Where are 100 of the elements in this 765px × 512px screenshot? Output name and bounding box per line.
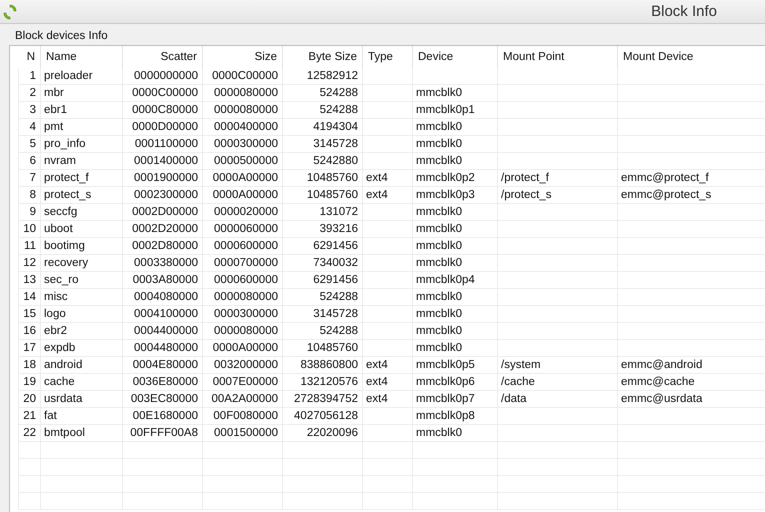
table-cell: 4194304 [313, 121, 358, 133]
table-cell: 0004080000 [134, 291, 198, 303]
table-cell: mmcblk0p4 [416, 274, 475, 286]
table-cell: 7 [30, 172, 36, 184]
table-cell: 19 [23, 376, 36, 388]
table-cell: 3 [30, 104, 36, 116]
table-cell: 0002300000 [134, 189, 198, 201]
table-cell: usrdata [44, 393, 82, 405]
table-cell: 0000C80000 [132, 104, 198, 116]
column-header[interactable]: Name [40, 46, 122, 68]
table-cell: mmcblk0 [416, 206, 462, 218]
table-cell: logo [44, 308, 66, 320]
table-cell: 4 [30, 121, 36, 133]
table-cell: 13 [23, 274, 36, 286]
table-cell: 0000700000 [214, 257, 278, 269]
table-cell: 524288 [320, 291, 358, 303]
table-cell: mmcblk0p3 [416, 189, 475, 201]
table-cell: 6291456 [313, 240, 358, 252]
window-title: Block Info [651, 3, 717, 20]
table-cell: 15 [23, 308, 36, 320]
table-cell: mmcblk0 [416, 240, 462, 252]
table-cell: 0000A00000 [212, 342, 278, 354]
table-cell: mmcblk0 [416, 87, 462, 99]
column-header[interactable]: N [18, 46, 40, 68]
column-header[interactable]: Scatter [122, 46, 202, 68]
table-cell: 0000300000 [214, 138, 278, 150]
table-cell: 00E1680000 [132, 410, 198, 422]
table-cell: 0000060000 [214, 223, 278, 235]
table-cell: uboot [44, 223, 73, 235]
column-header[interactable]: Device [412, 46, 498, 68]
table-cell: 12 [23, 257, 36, 269]
table-cell: 0002D20000 [132, 223, 198, 235]
table-cell: 0007E00000 [212, 376, 278, 388]
column-header[interactable]: Size [202, 46, 282, 68]
table-cell: 0000080000 [214, 87, 278, 99]
table-cell: 6291456 [313, 274, 358, 286]
table-cell: emmc@protect_f [621, 172, 709, 184]
table-cell: 524288 [320, 104, 358, 116]
table-cell: 0000C00000 [132, 87, 198, 99]
table-cell: /protect_s [501, 189, 552, 201]
table-cell: 0036E80000 [132, 376, 198, 388]
table-cell: 10485760 [306, 342, 358, 354]
table-cell: 0000A00000 [212, 172, 278, 184]
table-cell: 17 [23, 342, 36, 354]
table-cell: 0000300000 [214, 308, 278, 320]
table-cell: ext4 [366, 376, 388, 388]
table-cell: 838860800 [300, 359, 358, 371]
column-header[interactable]: Byte Size [282, 46, 362, 68]
table-cell: 9 [30, 206, 36, 218]
table-cell: mmcblk0 [416, 138, 462, 150]
table-cell: 0001900000 [134, 172, 198, 184]
table-cell: 0000600000 [214, 274, 278, 286]
table-cell: fat [44, 410, 57, 422]
table-cell: mmcblk0p2 [416, 172, 475, 184]
table-cell: 22020096 [306, 427, 358, 439]
table-cell: 3145728 [313, 308, 358, 320]
column-header[interactable]: Type [362, 46, 412, 68]
table-cell: 4027056128 [294, 410, 358, 422]
table-cell: 0000600000 [214, 240, 278, 252]
table-cell: 0000C00000 [212, 70, 278, 82]
table-cell: mmcblk0p7 [416, 393, 475, 405]
table-cell: 1 [30, 70, 36, 82]
table-cell: protect_s [44, 189, 92, 201]
table-cell: 11 [24, 240, 36, 252]
table-cell: expdb [44, 342, 76, 354]
table-cell: 0004480000 [134, 342, 198, 354]
table-cell: mmcblk0 [416, 291, 462, 303]
table-cell: 8 [30, 189, 36, 201]
table-cell: mmcblk0p8 [416, 410, 475, 422]
table-cell: 14 [23, 291, 36, 303]
table-cell: 132120576 [300, 376, 358, 388]
table-cell: emmc@android [621, 359, 702, 371]
column-header[interactable]: Mount Device [618, 46, 765, 68]
table-cell: 20 [23, 393, 36, 405]
column-header[interactable]: Mount Point [498, 46, 618, 68]
table-cell: 3145728 [313, 138, 358, 150]
table-cell: 00FFFF00A8 [130, 427, 198, 439]
table-cell: 0000080000 [214, 325, 278, 337]
table-cell: mbr [44, 87, 64, 99]
table-cell: 0001500000 [214, 427, 278, 439]
table-cell: 0000000000 [134, 70, 198, 82]
table-cell: ebr2 [44, 325, 68, 337]
table-cell: mmcblk0 [416, 223, 462, 235]
table-cell: 5 [30, 138, 36, 150]
table-cell: 0000D00000 [132, 121, 198, 133]
table-cell: 0004400000 [134, 325, 198, 337]
table-cell: protect_f [44, 172, 89, 184]
table-cell: 0001400000 [134, 155, 198, 167]
table-cell: pmt [44, 121, 64, 133]
table-cell: 0000A00000 [212, 189, 278, 201]
table-cell: bmtpool [44, 427, 85, 439]
table-cell: 524288 [320, 325, 358, 337]
table-cell: 0000080000 [214, 291, 278, 303]
table-cell: /protect_f [501, 172, 549, 184]
table-cell: 393216 [320, 223, 358, 235]
table-cell: mmcblk0 [416, 155, 462, 167]
table-cell: 0000400000 [214, 121, 278, 133]
table-cell: /data [501, 393, 527, 405]
table-cell: 10485760 [306, 189, 358, 201]
table-cell: preloader [44, 70, 93, 82]
